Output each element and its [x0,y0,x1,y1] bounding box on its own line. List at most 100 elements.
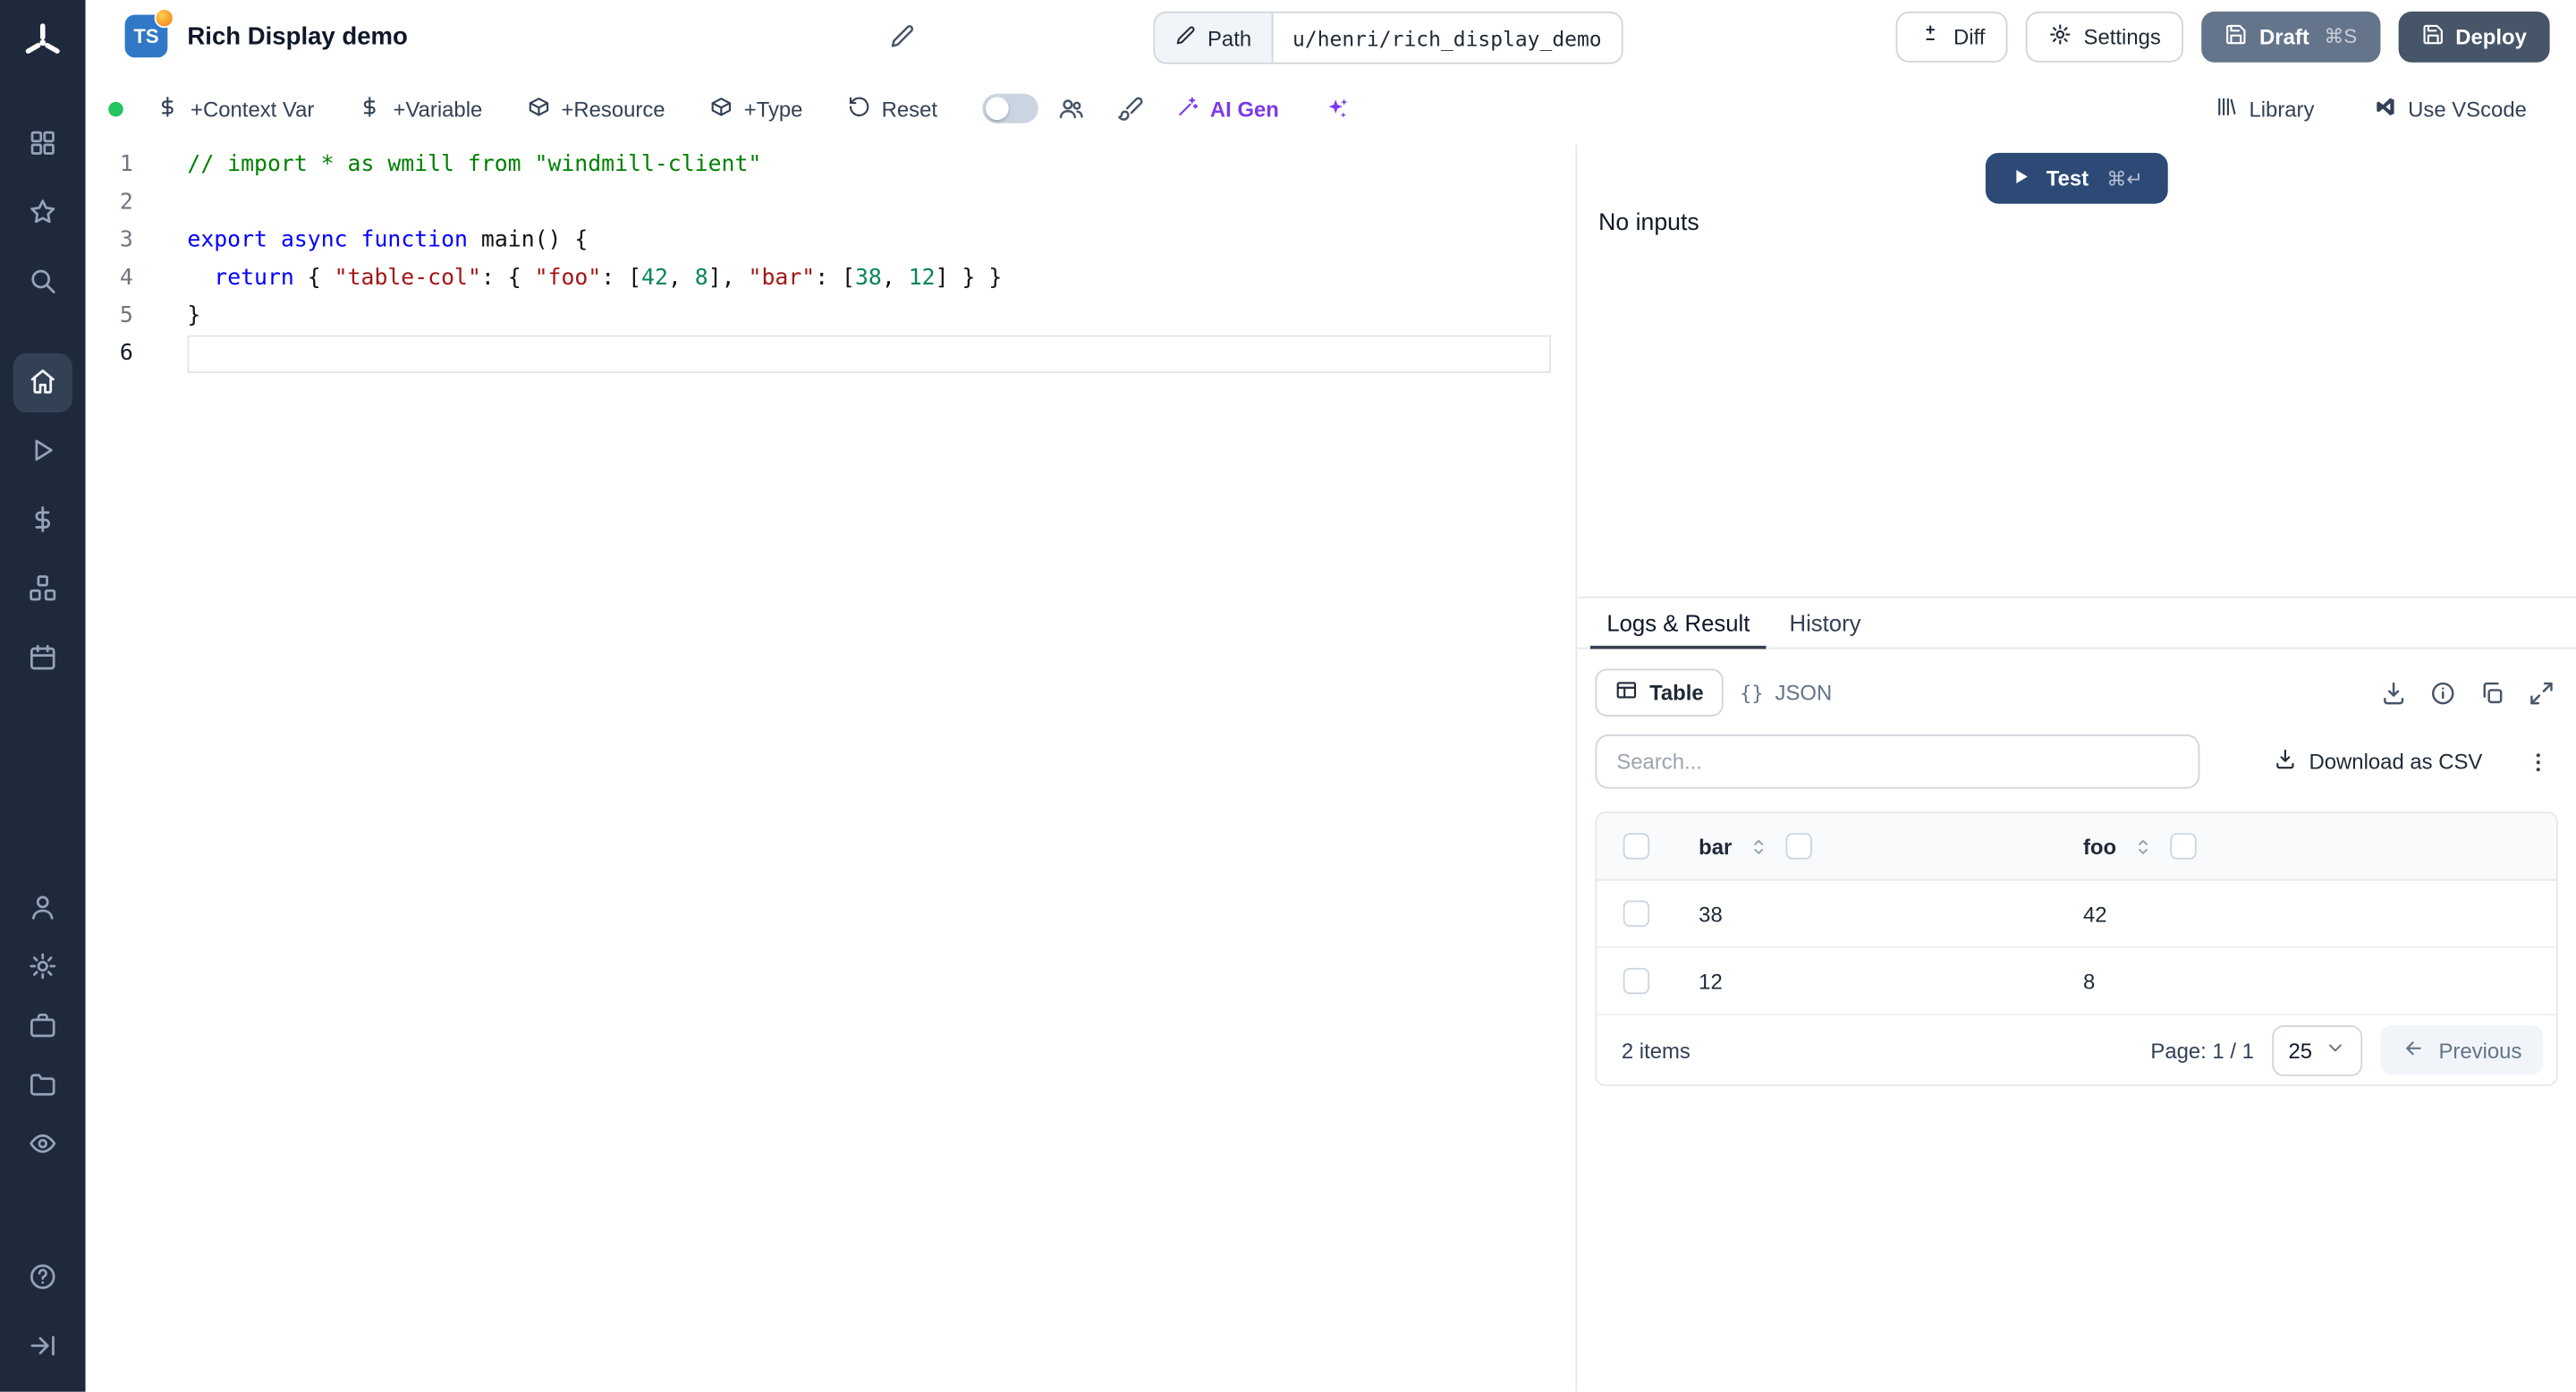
folder-icon [28,1069,57,1104]
result-panel: Logs & Result History Table {} JSON Sear… [1577,596,2576,1392]
chevron-down-icon [2326,1037,2347,1063]
sparkles-button[interactable] [1323,96,1349,122]
download-csv-button[interactable]: Download as CSV [2263,746,2492,777]
view-table-label: Table [1649,680,1704,705]
sidebar-item-resources[interactable] [13,560,72,619]
tab-history[interactable]: History [1769,609,1880,647]
add-context-var-button[interactable]: +Context Var [156,95,314,123]
add-type-label: +Type [743,96,803,121]
expand-result-button[interactable] [2529,679,2555,705]
format-code-button[interactable] [1116,96,1142,122]
result-info-button[interactable] [2430,679,2456,705]
arrow-left-icon [2402,1036,2426,1064]
sidebar-expand-button[interactable] [13,1318,72,1377]
add-resource-button[interactable]: +Resource [527,95,665,123]
row-checkbox[interactable] [1623,900,1650,927]
language-badge-label: TS [133,24,159,48]
save-icon [2421,22,2445,50]
page-size-select[interactable]: 25 [2272,1024,2363,1076]
play-icon [28,435,57,470]
settings-button[interactable]: Settings [2026,10,2184,62]
sidebar-item-apps[interactable] [13,115,72,174]
code-line[interactable]: return { "table-col": { "foo": [42, 8], … [187,259,1550,297]
table-cell: 8 [2082,968,2096,994]
code-line[interactable]: export async function main() { [187,222,1550,259]
sort-icon[interactable] [2132,836,2154,857]
code-line[interactable]: } [187,297,1550,335]
sidebar-item-workers[interactable] [15,999,71,1055]
tab-logs-result[interactable]: Logs & Result [1587,609,1769,649]
save-icon [2224,22,2248,50]
language-badge: TS [124,8,174,58]
toggle-knob [985,97,1009,121]
sparkles-icon [1323,96,1349,122]
header: TS Rich Display demo Path u/henri/rich_d… [86,0,2576,72]
code-line[interactable] [187,335,1550,373]
code-line[interactable] [187,184,1550,222]
sidebar-item-help[interactable] [13,1249,72,1308]
sidebar-item-search[interactable] [13,253,72,312]
table-icon [1615,679,1639,707]
ai-gen-button[interactable]: AI Gen [1175,95,1279,123]
test-button[interactable]: Test ⌘↵ [1985,152,2168,204]
view-json-label: JSON [1775,680,1833,705]
line-number: 3 [119,226,133,253]
edit-path-button[interactable]: Path [1155,13,1274,63]
download-csv-label: Download as CSV [2309,749,2483,775]
pencil-icon [889,23,915,49]
add-type-button[interactable]: +Type [709,95,802,123]
sidebar-item-folders[interactable] [15,1058,71,1114]
diff-button[interactable]: Diff [1895,10,2009,62]
sidebar-item-variables[interactable] [13,491,72,550]
sidebar-item-home[interactable] [13,352,72,413]
windmill-logo-icon[interactable] [13,13,72,72]
sidebar-item-schedules[interactable] [13,629,72,688]
path-value[interactable]: u/henri/rich_display_demo [1273,13,1622,63]
code-editor[interactable]: 1 2 3 4 5 6 // import * as wmill from "windmi… [85,144,1578,1392]
table-row: 38 42 [1597,880,2556,948]
line-number: 2 [119,189,133,216]
table-cell: 12 [1699,968,1723,994]
select-all-checkbox[interactable] [1623,833,1650,860]
table-menu-button[interactable] [2521,749,2555,775]
column-checkbox-foo[interactable] [2170,833,2198,860]
view-table-button[interactable]: Table [1595,668,1724,717]
sidebar-item-runs[interactable] [13,422,72,481]
kebab-icon [2525,749,2551,775]
sidebar-item-settings[interactable] [15,940,71,996]
gear-icon [28,951,57,986]
row-checkbox[interactable] [1623,967,1650,995]
test-button-label: Test [2046,166,2089,191]
code-line[interactable]: // import * as wmill from "windmill-clie… [187,146,1550,183]
sidebar-item-favorites[interactable] [13,184,72,243]
line-number: 1 [119,150,133,178]
test-shortcut: ⌘↵ [2106,166,2143,191]
copy-result-button[interactable] [2479,679,2505,705]
library-button[interactable]: Library [2215,95,2314,123]
sidebar-item-users[interactable] [15,880,71,936]
table-header-row: bar foo [1597,813,2556,881]
view-json-button[interactable]: {} JSON [1724,669,1849,717]
deploy-button[interactable]: Deploy [2398,10,2550,62]
app: TS Rich Display demo Path u/henri/rich_d… [0,0,2576,1392]
multiplayer-button[interactable] [1057,96,1083,122]
download-result-button[interactable] [2380,679,2406,705]
previous-page-button[interactable]: Previous [2381,1025,2544,1075]
draft-button[interactable]: Draft ⌘S [2201,10,2380,62]
sort-icon[interactable] [1749,836,1770,857]
column-checkbox-bar[interactable] [1785,833,1813,860]
line-number: 6 [119,340,133,367]
table-search-input[interactable] [1595,734,2200,789]
editor-code[interactable]: // import * as wmill from "windmill-clie… [187,145,1550,1392]
reset-button[interactable]: Reset [847,95,937,123]
arrow-right-icon [28,1330,57,1365]
diff-mode-toggle[interactable] [981,93,1038,123]
edit-summary-button[interactable] [889,23,915,49]
braces-icon: {} [1740,681,1764,705]
help-circle-icon [28,1261,57,1296]
use-vscode-button[interactable]: Use VScode [2374,95,2527,123]
refresh-icon [847,95,870,123]
add-variable-button[interactable]: +Variable [359,95,482,123]
dollar-icon [28,504,57,539]
sidebar-item-audit-logs[interactable] [15,1117,71,1173]
